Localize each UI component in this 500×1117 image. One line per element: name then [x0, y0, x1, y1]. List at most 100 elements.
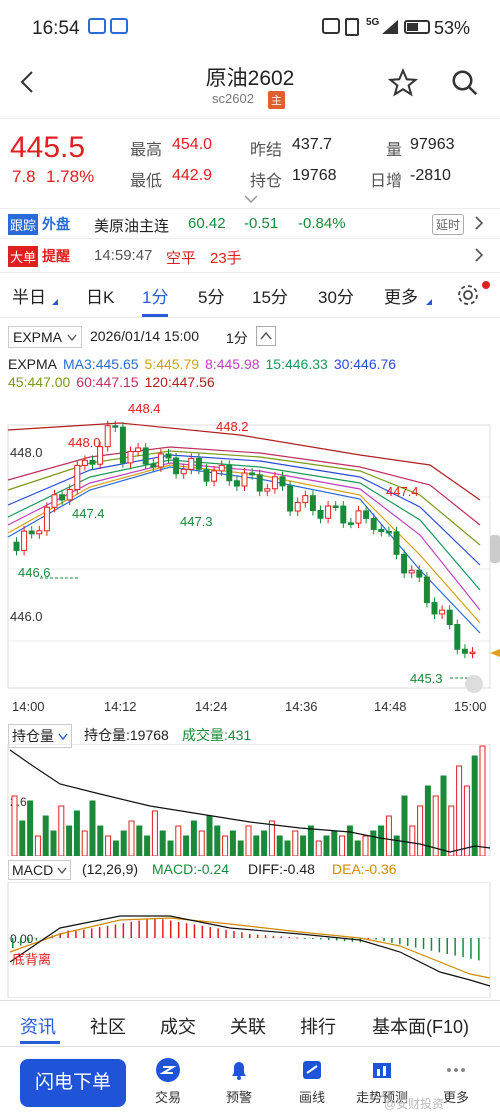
- trade-button[interactable]: 交易: [138, 1057, 198, 1106]
- candle-body: [241, 472, 248, 487]
- tab-community[interactable]: 社区: [90, 1013, 126, 1039]
- price-change-pct: 1.78%: [46, 167, 95, 186]
- volume-value: 97963: [410, 136, 455, 153]
- draw-line-button[interactable]: 画线: [282, 1057, 342, 1106]
- candle-body: [233, 480, 240, 487]
- big-order-row[interactable]: 大单 提醒 14:59:47 空平 23手: [0, 238, 500, 272]
- tab-1min[interactable]: 1分: [142, 283, 169, 317]
- macd-histogram-bar: [162, 919, 164, 938]
- candle-body: [43, 506, 50, 532]
- foreign-market-row[interactable]: 跟踪 外盘 美原油主连 60.42 -0.51 -0.84% 延时: [0, 208, 500, 238]
- x-axis-label: 14:12: [104, 699, 137, 714]
- candle-body: [188, 457, 195, 470]
- candle-body: [378, 528, 385, 533]
- macd-histogram-bar: [446, 938, 448, 954]
- tab-more[interactable]: 更多: [384, 283, 418, 308]
- candle-body: [340, 505, 347, 524]
- volume-bar: [370, 830, 377, 856]
- tab-trades[interactable]: 成交: [160, 1013, 196, 1039]
- oi-volume-chart[interactable]: 2.6: [0, 744, 500, 856]
- candle-body: [157, 453, 164, 468]
- macd-histogram-bar: [170, 920, 172, 938]
- tab-5min[interactable]: 5分: [198, 283, 224, 308]
- watermark: @安财投资: [384, 1097, 445, 1111]
- alert-button[interactable]: 预警: [209, 1057, 269, 1106]
- volume-bar: [315, 840, 322, 856]
- oi-value: 持仓量:19768: [84, 727, 169, 743]
- candle-body: [150, 463, 157, 468]
- volume-bar: [284, 840, 291, 856]
- macd-histogram-bar: [256, 934, 259, 938]
- daily-change-value: -2810: [410, 167, 451, 184]
- macd-histogram-bar: [35, 938, 38, 941]
- main-contract-badge: 主: [268, 91, 285, 109]
- macd-histogram-bar: [114, 924, 117, 938]
- ma-legend-item: 8:445.98: [205, 356, 260, 372]
- trend-forecast-icon: [373, 1063, 391, 1078]
- star-icon[interactable]: [387, 67, 419, 103]
- candle-body: [218, 464, 225, 472]
- macd-histogram-bar: [264, 935, 267, 938]
- volume-bar: [331, 830, 338, 856]
- chart-header: EXPMA 2026/01/14 15:00 1分 EXPMA MA3:445.6…: [0, 320, 500, 390]
- price-annotation: 448.4: [128, 401, 161, 416]
- tab-fundamentals[interactable]: 基本面(F10): [372, 1013, 469, 1039]
- big-order-time: 14:59:47: [94, 247, 153, 264]
- chevron-right-icon: [474, 247, 484, 267]
- tab-15min[interactable]: 15分: [252, 283, 288, 308]
- volume-bar: [237, 840, 244, 856]
- tab-30min[interactable]: 30分: [318, 283, 354, 308]
- bottom-action-bar: 闪电下单 交易 预警 画线 走势预测 更多 @安财投资: [0, 1046, 500, 1117]
- volume-bar: [346, 825, 353, 856]
- candle-body: [104, 425, 111, 448]
- macd-histogram-bar: [399, 938, 401, 945]
- chart-period: 1分: [226, 330, 248, 346]
- tab-ranking[interactable]: 排行: [300, 1013, 336, 1039]
- candle-body: [347, 522, 354, 525]
- candle-body: [302, 495, 309, 504]
- macd-chart[interactable]: 0.00 底背离: [0, 882, 500, 998]
- candle-body: [226, 464, 233, 482]
- candle-body: [211, 470, 218, 482]
- settings-gear-icon[interactable]: [456, 283, 480, 312]
- candle-body: [393, 531, 400, 555]
- candle-body: [51, 494, 58, 508]
- price-level-448: 448.0: [10, 445, 43, 460]
- ma-legend-item: 45:447.00: [8, 374, 71, 390]
- macd-histogram-bar: [241, 932, 243, 938]
- macd-histogram-bar: [462, 938, 464, 958]
- flash-order-button[interactable]: 闪电下单: [20, 1059, 126, 1107]
- macd-selector[interactable]: MACD: [8, 860, 72, 880]
- expand-chevron-icon[interactable]: [244, 191, 258, 209]
- macd-histogram-bar: [217, 928, 219, 938]
- draw-line-label: 画线: [298, 1090, 325, 1105]
- collapse-icon[interactable]: [256, 326, 276, 346]
- foreign-badge: 外盘: [42, 216, 70, 232]
- indicator-selector[interactable]: EXPMA: [8, 326, 83, 348]
- tab-daily-k[interactable]: 日K: [86, 283, 114, 308]
- ma-legend-item: 5:445.79: [144, 356, 200, 372]
- alert-label: 预警: [225, 1090, 252, 1105]
- diff-value: DIFF:-0.48: [248, 861, 315, 877]
- candle-body: [309, 495, 316, 512]
- track-badge: 跟踪: [8, 214, 39, 235]
- ma-legend-item: 30:446.76: [333, 356, 397, 372]
- notification-dot: [482, 281, 490, 289]
- macd-histogram-bar: [312, 938, 314, 939]
- price-chart[interactable]: 448.0 446.0 448.4 448.0 448.2 447.4 447.3 447.4…: [0, 395, 500, 717]
- foreign-name: 美原油主连: [94, 218, 170, 235]
- tab-news[interactable]: 资讯: [20, 1013, 56, 1039]
- prev-settle-value: 437.7: [292, 136, 333, 153]
- tab-related[interactable]: 关联: [230, 1013, 266, 1039]
- macd-histogram-bar: [209, 927, 211, 938]
- candle-body: [325, 505, 332, 519]
- search-icon[interactable]: [450, 68, 480, 103]
- big-order-qty: 23手: [210, 250, 242, 267]
- volume-bar: [393, 835, 400, 856]
- ma-legend-line2: 45:447.00 60:447.15 120:447.56: [8, 374, 221, 390]
- scroll-handle-icon: [465, 675, 483, 693]
- ma-legend-item: 60:447.15: [76, 374, 139, 390]
- app-notification-icon: [88, 18, 106, 34]
- candle-body: [142, 447, 149, 465]
- tab-half-day[interactable]: 半日: [12, 283, 46, 308]
